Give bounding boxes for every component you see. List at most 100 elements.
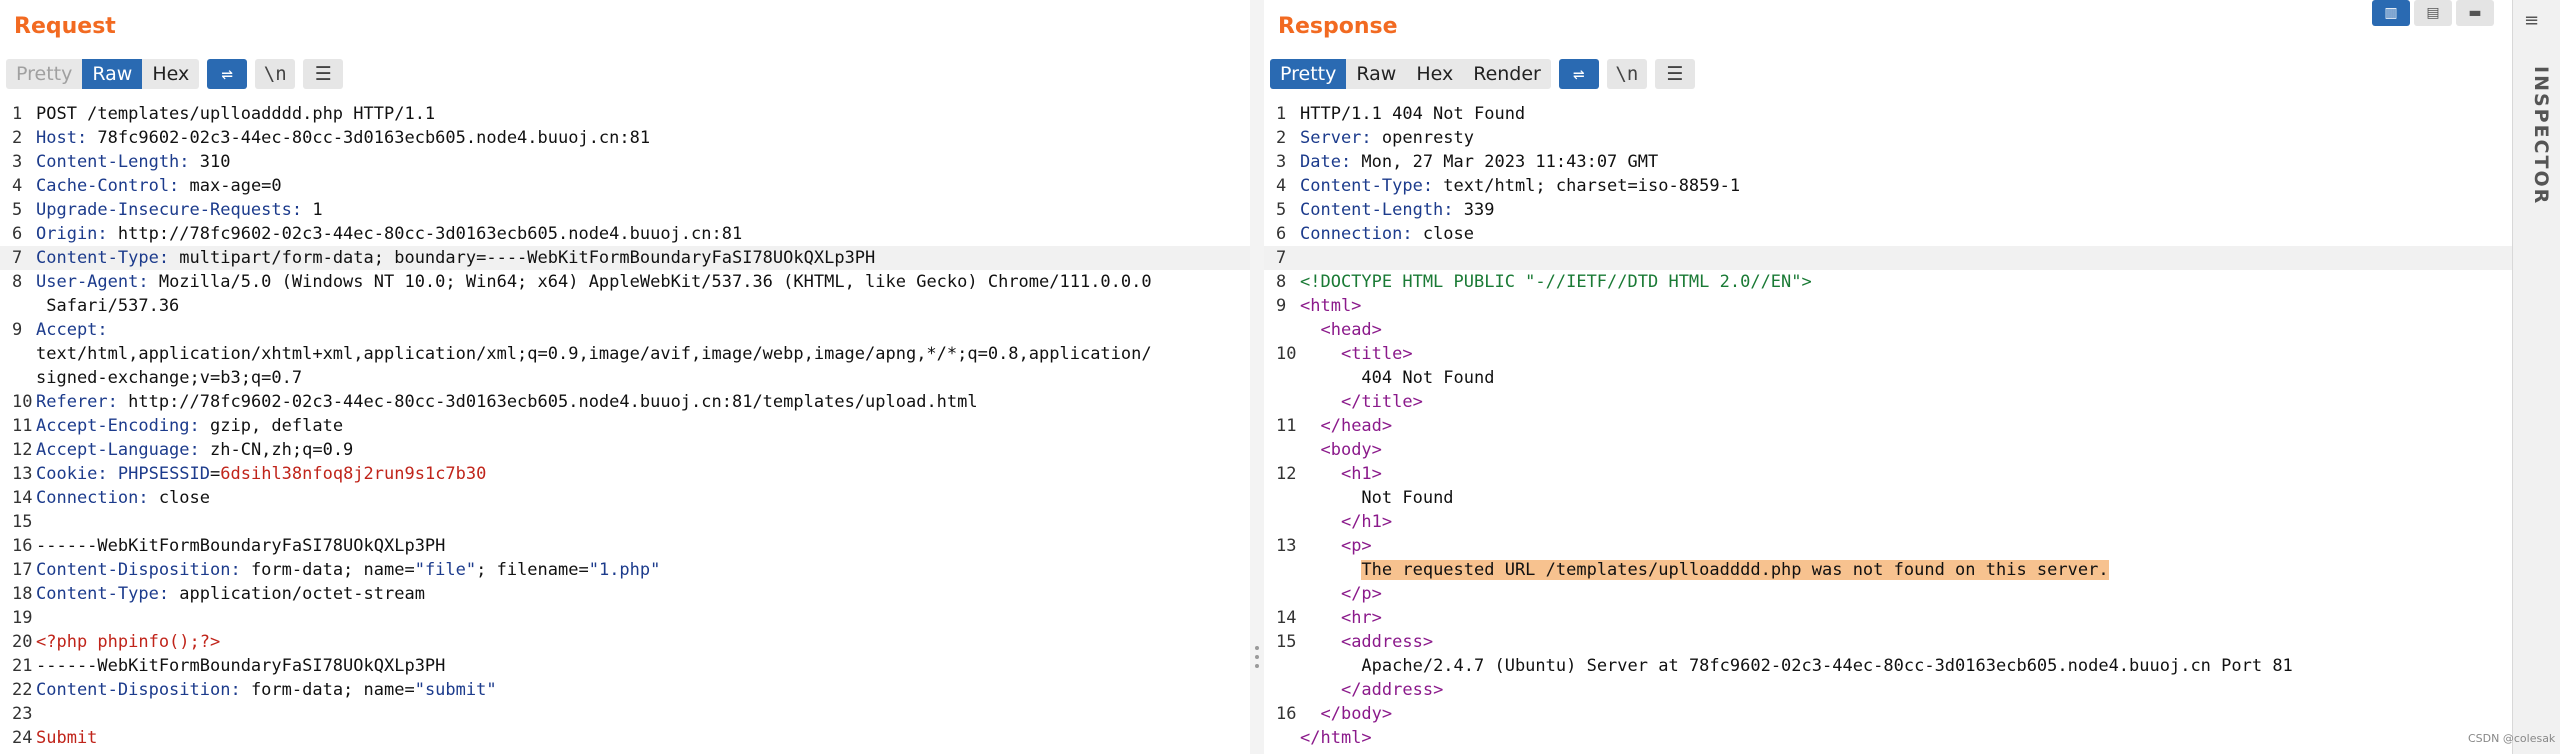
code-line[interactable]: </title> (1264, 390, 2512, 414)
response-tab-hex[interactable]: Hex (1406, 59, 1463, 89)
code-line[interactable]: Not Found (1264, 486, 2512, 510)
line-number: 10 (1276, 344, 1297, 364)
header-value: ; filename= (476, 560, 589, 580)
code-line[interactable]: 21 ------WebKitFormBoundaryFaSI78UOkQXLp3… (0, 654, 1250, 678)
code-line[interactable]: 13 Cookie: PHPSESSID=6dsihl38nfoq8j2run9s… (0, 462, 1250, 486)
code-line[interactable]: </h1> (1264, 510, 2512, 534)
code-line[interactable]: 8 <!DOCTYPE HTML PUBLIC "-//IETF//DTD HTM… (1264, 270, 2512, 294)
request-tab-pretty[interactable]: Pretty (6, 59, 82, 89)
code-line[interactable]: 16 ------WebKitFormBoundaryFaSI78UOkQXLp3… (0, 534, 1250, 558)
code-line[interactable]: 17 Content-Disposition: form-data; name="… (0, 558, 1250, 582)
code-line[interactable]: 9 Accept: (0, 318, 1250, 342)
code-line[interactable]: 13 <p> (1264, 534, 2512, 558)
code-line[interactable]: The requested URL /templates/uplloadddd.… (1264, 558, 2512, 582)
request-editor[interactable]: 1 POST /templates/uplloadddd.php HTTP/1.1… (0, 102, 1250, 754)
line-content: Accept-Encoding: gzip, deflate (36, 414, 343, 438)
code-line[interactable]: </p> (1264, 582, 2512, 606)
code-line[interactable]: 3 Date: Mon, 27 Mar 2023 11:43:07 GMT (1264, 150, 2512, 174)
code-line[interactable]: </address> (1264, 678, 2512, 702)
collapse-icon[interactable]: ≡ (2524, 10, 2539, 31)
code-line[interactable]: 4 Cache-Control: max-age=0 (0, 174, 1250, 198)
show-newlines-icon[interactable]: \n (1606, 59, 1647, 89)
code-line[interactable]: 4 Content-Type: text/html; charset=iso-88… (1264, 174, 2512, 198)
code-line[interactable]: text/html,application/xhtml+xml,applicat… (0, 342, 1250, 366)
stacked-layout-icon[interactable]: ▤ (2414, 0, 2452, 26)
side-by-side-layout-icon[interactable]: ▥ (2372, 0, 2410, 26)
code-line[interactable]: 1 HTTP/1.1 404 Not Found (1264, 102, 2512, 126)
wrap-lines-icon[interactable]: ⇌ (1558, 59, 1599, 89)
code-line[interactable]: 6 Connection: close (1264, 222, 2512, 246)
pane-divider[interactable] (1250, 0, 1264, 754)
code-line[interactable]: 23 (0, 702, 1250, 726)
code-line[interactable]: 9 <html> (1264, 294, 2512, 318)
line-number: 1 (12, 104, 23, 124)
code-line[interactable]: 16 </body> (1264, 702, 2512, 726)
menu-icon[interactable]: ☰ (1654, 59, 1695, 89)
code-line[interactable]: Safari/537.36 (0, 294, 1250, 318)
response-editor[interactable]: 1 HTTP/1.1 404 Not Found 2 Server: openrest… (1264, 102, 2512, 754)
code-line[interactable]: 14 <hr> (1264, 606, 2512, 630)
code-line[interactable]: 11 </head> (1264, 414, 2512, 438)
html-tag: </h1> (1340, 512, 1393, 532)
code-line[interactable]: 5 Upgrade-Insecure-Requests: 1 (0, 198, 1250, 222)
line-content: <!DOCTYPE HTML PUBLIC "-//IETF//DTD HTML… (1300, 270, 1812, 294)
wrap-lines-icon[interactable]: ⇌ (207, 59, 248, 89)
code-line[interactable]: 5 Content-Length: 339 (1264, 198, 2512, 222)
inspector-label[interactable]: INSPECTOR (2530, 66, 2552, 205)
single-pane-layout-icon[interactable]: ▬ (2456, 0, 2494, 26)
header-name: Connection: (1300, 224, 1413, 244)
response-tab-pretty[interactable]: Pretty (1270, 59, 1347, 89)
code-line[interactable]: 8 User-Agent: Mozilla/5.0 (Windows NT 10.… (0, 270, 1250, 294)
code-line[interactable]: <head> (1264, 318, 2512, 342)
line-content: ------WebKitFormBoundaryFaSI78UOkQXLp3PH (36, 654, 445, 678)
code-line[interactable]: 7 (1264, 246, 2512, 270)
request-tab-hex[interactable]: Hex (142, 59, 199, 89)
request-tab-raw[interactable]: Raw (82, 59, 143, 89)
code-line[interactable]: 404 Not Found (1264, 366, 2512, 390)
response-title: Response (1278, 14, 1398, 39)
code-line[interactable]: 11 Accept-Encoding: gzip, deflate (0, 414, 1250, 438)
line-content: POST /templates/uplloadddd.php HTTP/1.1 (36, 102, 435, 126)
code-line[interactable]: 24 Submit (0, 726, 1250, 750)
line-content: 404 Not Found (1300, 366, 1494, 390)
response-tab-render[interactable]: Render (1463, 59, 1551, 89)
request-view-tabs: Pretty Raw Hex (6, 59, 200, 89)
code-line[interactable]: signed-exchange;v=b3;q=0.7 (0, 366, 1250, 390)
code-line[interactable]: 7 Content-Type: multipart/form-data; boun… (0, 246, 1250, 270)
code-line[interactable]: 14 Connection: close (0, 486, 1250, 510)
code-line[interactable]: 15 <address> (1264, 630, 2512, 654)
code-line[interactable]: Apache/2.4.7 (Ubuntu) Server at 78fc9602… (1264, 654, 2512, 678)
code-line[interactable]: 10 <title> (1264, 342, 2512, 366)
header-name: Content-Length: (1300, 200, 1454, 220)
header-value: multipart/form-data; boundary=----WebKit… (169, 248, 876, 268)
header-value: zh-CN,zh;q=0.9 (199, 440, 354, 460)
line-number: 15 (1276, 632, 1297, 652)
code-line[interactable]: 20 <?php phpinfo();?> (0, 630, 1250, 654)
show-newlines-icon[interactable]: \n (255, 59, 296, 89)
response-tab-raw[interactable]: Raw (1346, 59, 1406, 89)
code-line[interactable]: 12 <h1> (1264, 462, 2512, 486)
line-content: text/html,application/xhtml+xml,applicat… (36, 342, 1152, 366)
code-line[interactable]: 18 Content-Type: application/octet-stream (0, 582, 1250, 606)
code-line[interactable]: 2 Server: openresty (1264, 126, 2512, 150)
line-number: 20 (12, 632, 33, 652)
code-line[interactable]: 1 POST /templates/uplloadddd.php HTTP/1.1 (0, 102, 1250, 126)
html-tag: <html> (1300, 296, 1362, 316)
code-line[interactable]: 6 Origin: http://78fc9602-02c3-44ec-80cc-… (0, 222, 1250, 246)
code-line[interactable]: 19 (0, 606, 1250, 630)
menu-icon[interactable]: ☰ (303, 59, 344, 89)
code-line[interactable]: <body> (1264, 438, 2512, 462)
code-line[interactable]: </html> (1264, 726, 2512, 750)
code-line[interactable]: 15 (0, 510, 1250, 534)
code-line[interactable]: 3 Content-Length: 310 (0, 150, 1250, 174)
code-line[interactable]: 22 Content-Disposition: form-data; name="… (0, 678, 1250, 702)
code-line[interactable]: 2 Host: 78fc9602-02c3-44ec-80cc-3d0163ecb… (0, 126, 1250, 150)
code-line[interactable]: 10 Referer: http://78fc9602-02c3-44ec-80c… (0, 390, 1250, 414)
code-line[interactable]: 12 Accept-Language: zh-CN,zh;q=0.9 (0, 438, 1250, 462)
